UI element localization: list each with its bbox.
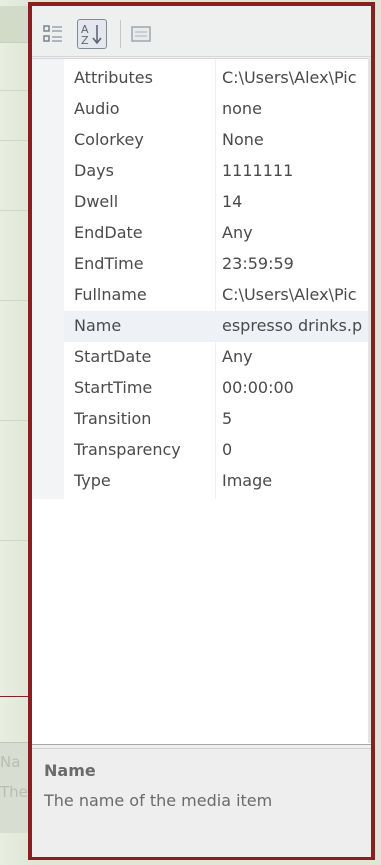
property-row[interactable]: Fullname C:\Users\Alex\Pic bbox=[64, 280, 371, 311]
property-row[interactable]: Audio none bbox=[64, 94, 371, 125]
property-row[interactable]: Type Image bbox=[64, 466, 371, 497]
property-value[interactable]: 1111111 bbox=[222, 161, 371, 180]
property-row[interactable]: StartTime 00:00:00 bbox=[64, 373, 371, 404]
property-list: Attributes C:\Users\Alex\Pic Audio none Colo… bbox=[32, 58, 371, 745]
property-name: StartTime bbox=[74, 378, 153, 397]
property-row[interactable]: Dwell 14 bbox=[64, 187, 371, 218]
property-name: Fullname bbox=[74, 285, 147, 304]
property-value[interactable]: None bbox=[222, 130, 371, 149]
property-row[interactable]: Transparency 0 bbox=[64, 435, 371, 466]
property-value[interactable]: 5 bbox=[222, 409, 371, 428]
property-name: Attributes bbox=[74, 68, 153, 87]
property-row[interactable]: Attributes C:\Users\Alex\Pic bbox=[64, 63, 371, 94]
property-name: Colorkey bbox=[74, 130, 144, 149]
property-pages-icon bbox=[131, 26, 151, 42]
property-grid-gutter bbox=[32, 59, 64, 499]
property-name: Transition bbox=[74, 409, 152, 428]
property-value[interactable]: Image bbox=[222, 471, 371, 490]
svg-text:Z: Z bbox=[81, 34, 89, 46]
categorized-icon bbox=[43, 25, 62, 42]
property-value[interactable]: C:\Users\Alex\Pic bbox=[222, 285, 371, 304]
property-value[interactable]: none bbox=[222, 99, 371, 118]
property-grid-panel: A Z Attributes C:\Users\Alex\Pic Audio none… bbox=[28, 2, 375, 860]
property-row[interactable]: Days 1111111 bbox=[64, 156, 371, 187]
property-name: EndDate bbox=[74, 223, 143, 242]
categorized-button[interactable] bbox=[38, 19, 68, 49]
property-row[interactable]: EndTime 23:59:59 bbox=[64, 249, 371, 280]
property-name: Type bbox=[74, 471, 111, 490]
background-label: The bbox=[0, 783, 28, 801]
property-value[interactable]: 23:59:59 bbox=[222, 254, 371, 273]
description-pane: Name The name of the media item bbox=[32, 748, 371, 857]
property-value[interactable]: 0 bbox=[222, 440, 371, 459]
property-row[interactable]: EndDate Any bbox=[64, 218, 371, 249]
background-label: Na bbox=[0, 753, 21, 771]
property-value[interactable]: Any bbox=[222, 347, 371, 366]
property-row[interactable]: Transition 5 bbox=[64, 404, 371, 435]
property-value[interactable]: 14 bbox=[222, 192, 371, 211]
property-row[interactable]: StartDate Any bbox=[64, 342, 371, 373]
property-pages-button[interactable] bbox=[126, 19, 156, 49]
property-name: Dwell bbox=[74, 192, 119, 211]
property-value[interactable]: Any bbox=[222, 223, 371, 242]
toolbar-separator bbox=[120, 20, 121, 48]
property-row[interactable]: Name espresso drinks.p bbox=[64, 311, 371, 342]
property-row[interactable]: Colorkey None bbox=[64, 125, 371, 156]
property-name: StartDate bbox=[74, 347, 152, 366]
property-name: Name bbox=[74, 316, 122, 335]
alphabetical-sort-button[interactable]: A Z bbox=[77, 19, 107, 49]
property-name: EndTime bbox=[74, 254, 144, 273]
property-name: Audio bbox=[74, 99, 120, 118]
property-name: Transparency bbox=[74, 440, 181, 459]
property-name: Days bbox=[74, 161, 114, 180]
property-grid-toolbar: A Z bbox=[32, 6, 371, 57]
sort-az-icon: A Z bbox=[81, 23, 102, 46]
property-value[interactable]: espresso drinks.p bbox=[222, 316, 371, 335]
description-text: The name of the media item bbox=[44, 791, 273, 810]
property-value[interactable]: 00:00:00 bbox=[222, 378, 371, 397]
property-value[interactable]: C:\Users\Alex\Pic bbox=[222, 68, 371, 87]
scrollbar[interactable] bbox=[368, 58, 371, 743]
description-title: Name bbox=[44, 761, 96, 780]
